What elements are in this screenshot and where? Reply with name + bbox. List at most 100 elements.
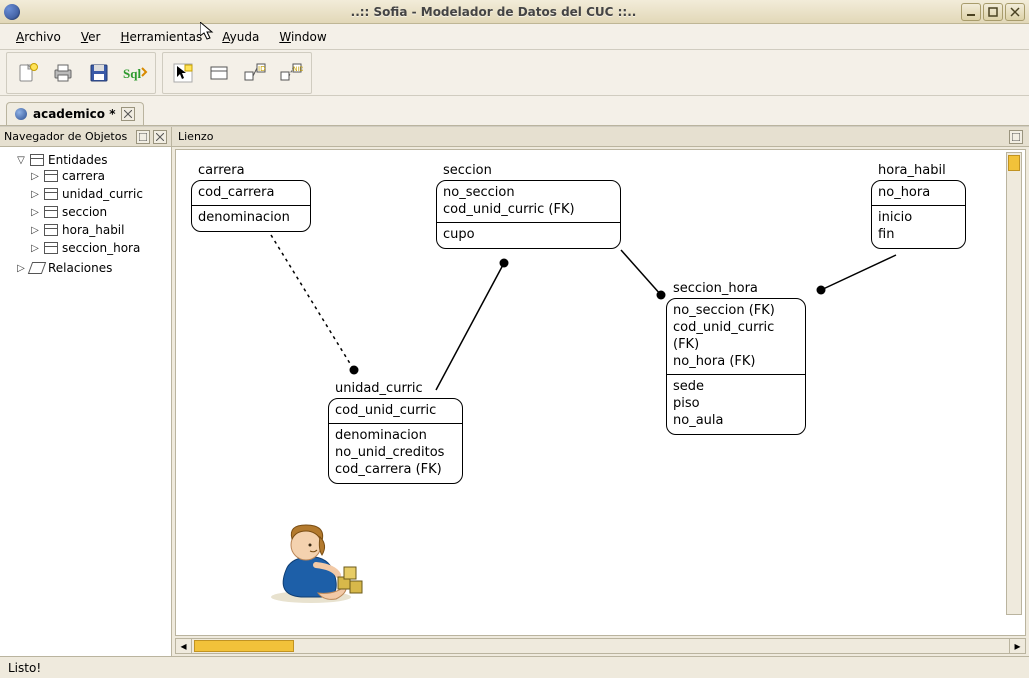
entity-icon (44, 170, 58, 182)
chevron-right-icon: ▷ (30, 171, 40, 182)
menu-ayuda[interactable]: Ayuda (214, 27, 267, 47)
attr: piso (673, 395, 799, 412)
canvas[interactable]: carrera cod_carrera denominacion seccion… (175, 149, 1026, 636)
vertical-scrollbar[interactable] (1006, 152, 1022, 615)
attr: cupo (443, 226, 614, 243)
status-bar: Listo! (0, 656, 1029, 678)
close-button[interactable] (1005, 3, 1025, 21)
chevron-right-icon: ▷ (30, 243, 40, 254)
mascot-icon (256, 515, 366, 605)
canvas-title: Lienzo (178, 130, 213, 143)
entity-title: hora_habil (878, 163, 946, 178)
navigator-title: Navegador de Objetos (4, 130, 127, 143)
entity-title: unidad_curric (335, 381, 423, 396)
attr: no_seccion (443, 184, 614, 201)
entity-tool-button[interactable] (201, 55, 237, 91)
attr: cod_unid_curric (FK) (673, 319, 799, 353)
toolbar: Sql ID NID (0, 50, 1029, 96)
sql-button[interactable]: Sql (117, 55, 153, 91)
tree-label: carrera (62, 169, 105, 183)
identifying-relationship-button[interactable]: ID (237, 55, 273, 91)
attr: no_hora (878, 184, 959, 201)
chevron-down-icon: ▽ (16, 155, 26, 166)
tab-academico[interactable]: academico * (6, 102, 144, 125)
tree-node-unidad-curric[interactable]: ▷ unidad_curric (30, 187, 169, 201)
chevron-right-icon: ▷ (16, 263, 26, 274)
menu-window[interactable]: Window (271, 27, 334, 47)
entity-icon (30, 154, 44, 166)
entity-title: seccion_hora (673, 281, 758, 296)
entity-icon (44, 206, 58, 218)
attr: cod_unid_curric (FK) (443, 201, 614, 218)
tab-label: academico * (33, 107, 115, 121)
scroll-left-icon[interactable]: ◂ (176, 639, 192, 653)
window-title: ..:: Sofia - Modelador de Datos del CUC … (26, 5, 961, 19)
tree-node-seccion-hora[interactable]: ▷ seccion_hora (30, 241, 169, 255)
tree-label: Relaciones (48, 261, 112, 275)
canvas-header: Lienzo (172, 127, 1029, 147)
attr: no_seccion (FK) (673, 302, 799, 319)
chevron-right-icon: ▷ (30, 189, 40, 200)
print-button[interactable] (45, 55, 81, 91)
svg-text:NID: NID (293, 66, 303, 73)
svg-text:Sql: Sql (123, 66, 141, 81)
nonidentifying-relationship-button[interactable]: NID (273, 55, 309, 91)
tree-node-carrera[interactable]: ▷ carrera (30, 169, 169, 183)
navigator-header: Navegador de Objetos (0, 127, 171, 147)
chevron-right-icon: ▷ (30, 207, 40, 218)
tree-node-seccion[interactable]: ▷ seccion (30, 205, 169, 219)
entity-carrera[interactable]: carrera cod_carrera denominacion (191, 180, 311, 232)
entity-seccion-hora[interactable]: seccion_hora no_seccion (FK) cod_unid_cu… (666, 298, 806, 435)
navigator-close-icon[interactable] (153, 130, 167, 144)
svg-text:ID: ID (258, 65, 265, 73)
entity-icon (44, 188, 58, 200)
entity-title: seccion (443, 163, 492, 178)
attr: no_hora (FK) (673, 353, 799, 370)
entity-icon (44, 224, 58, 236)
menu-archivo[interactable]: Archivo (8, 27, 69, 47)
document-icon (15, 108, 27, 120)
object-navigator: Navegador de Objetos ▽ Entidades ▷ carrer… (0, 127, 172, 656)
horizontal-scrollbar[interactable]: ◂ ▸ (175, 638, 1026, 654)
relation-icon (28, 262, 46, 274)
tree-node-relaciones[interactable]: ▷ Relaciones (16, 261, 169, 275)
new-document-button[interactable] (9, 55, 45, 91)
tree-label: hora_habil (62, 223, 124, 237)
object-tree[interactable]: ▽ Entidades ▷ carrera ▷ unidad_curric ▷ sec… (0, 147, 171, 656)
tree-node-entidades[interactable]: ▽ Entidades (16, 153, 169, 167)
attr: denominacion (198, 209, 304, 226)
canvas-maximize-icon[interactable] (1009, 130, 1023, 144)
tree-label: Entidades (48, 153, 107, 167)
entity-icon (44, 242, 58, 254)
app-icon (4, 4, 20, 20)
tree-node-hora-habil[interactable]: ▷ hora_habil (30, 223, 169, 237)
menu-bar: Archivo Ver Herramientas Ayuda Window (0, 24, 1029, 50)
entity-title: carrera (198, 163, 245, 178)
attr: no_aula (673, 412, 799, 429)
menu-herramientas[interactable]: Herramientas (112, 27, 210, 47)
scrollbar-thumb[interactable] (194, 640, 294, 652)
tree-label: seccion_hora (62, 241, 140, 255)
save-button[interactable] (81, 55, 117, 91)
scrollbar-thumb[interactable] (1008, 155, 1020, 171)
tree-label: unidad_curric (62, 187, 143, 201)
attr: sede (673, 378, 799, 395)
title-bar: ..:: Sofia - Modelador de Datos del CUC … (0, 0, 1029, 24)
entity-seccion[interactable]: seccion no_seccion cod_unid_curric (FK) … (436, 180, 621, 249)
attr: no_unid_creditos (335, 444, 456, 461)
menu-ver[interactable]: Ver (73, 27, 109, 47)
chevron-right-icon: ▷ (30, 225, 40, 236)
minimize-button[interactable] (961, 3, 981, 21)
attr: fin (878, 226, 959, 243)
attr: cod_unid_curric (335, 402, 456, 419)
tab-close-button[interactable] (121, 107, 135, 121)
attr: cod_carrera (FK) (335, 461, 456, 478)
document-tabs: academico * (0, 96, 1029, 126)
entity-hora-habil[interactable]: hora_habil no_hora inicio fin (871, 180, 966, 249)
maximize-button[interactable] (983, 3, 1003, 21)
entity-unidad-curric[interactable]: unidad_curric cod_unid_curric denominaci… (328, 398, 463, 484)
tree-label: seccion (62, 205, 107, 219)
pointer-tool-button[interactable] (165, 55, 201, 91)
navigator-maximize-icon[interactable] (136, 130, 150, 144)
scroll-right-icon[interactable]: ▸ (1009, 639, 1025, 653)
